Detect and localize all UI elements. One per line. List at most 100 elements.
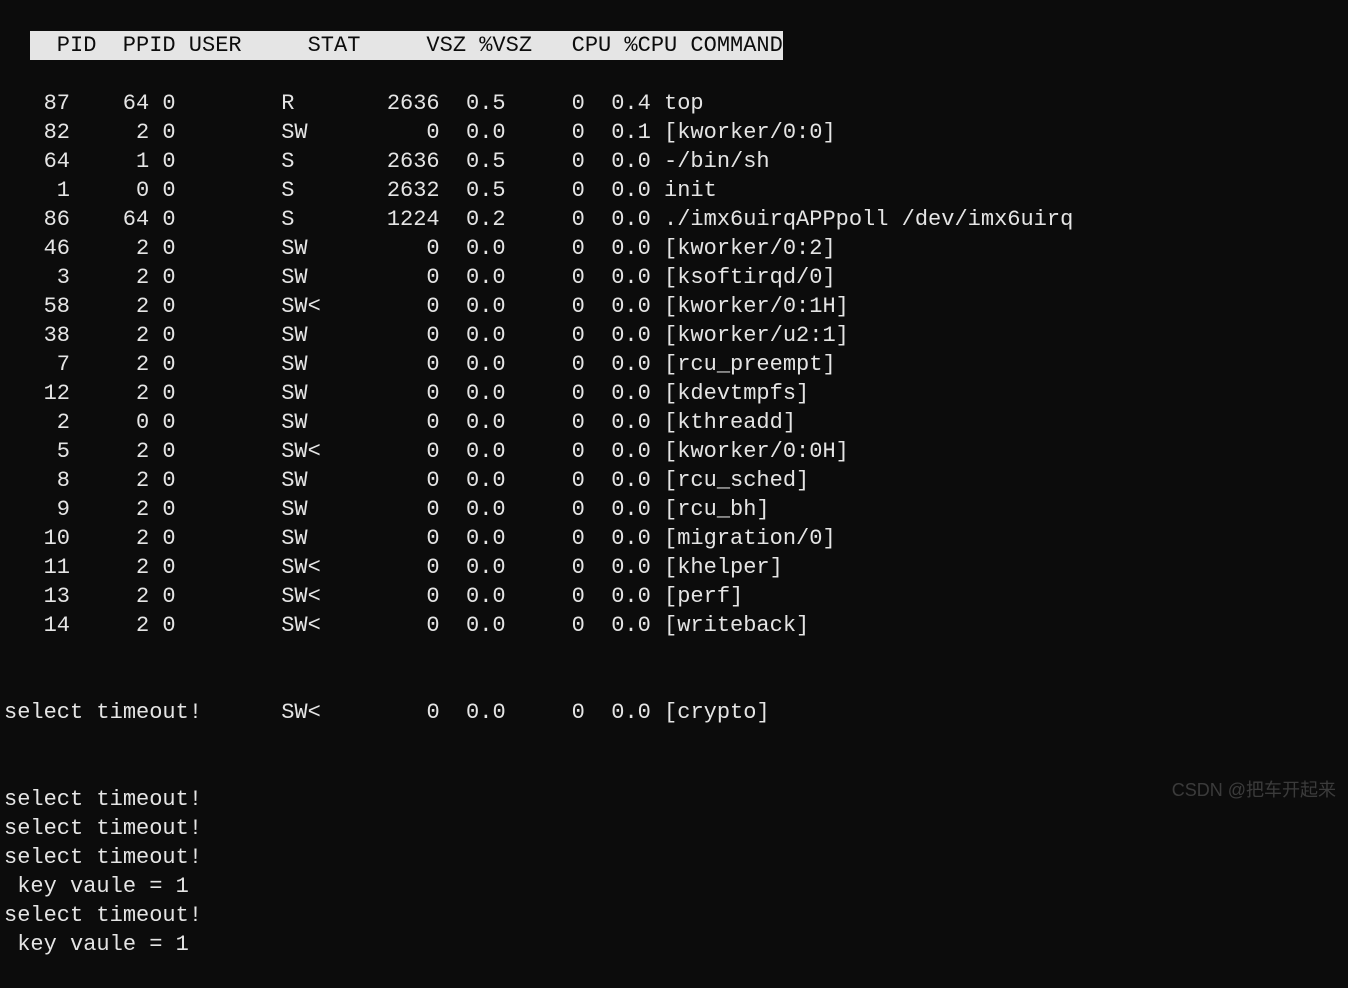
cell-user: 0 [149,582,215,611]
cell-vsz: 0 [334,466,440,495]
cell-stat: R [215,89,334,118]
message-line: select timeout! [4,843,1344,872]
cell-pid: 5 [4,437,70,466]
cell-vsz: 0 [334,379,440,408]
cell-user: 0 [149,495,215,524]
cell-vsz: 0 [334,611,440,640]
cell-cpu: 0 [506,553,585,582]
cell-pid: 1 [4,176,70,205]
cell-ppid: 2 [70,495,149,524]
cell-vszp: 0.0 [440,234,506,263]
cell-cpup: 0.0 [585,495,651,524]
cell-cmd: ./imx6uirqAPPpoll /dev/imx6uirq [651,205,1073,234]
cell-vszp: 0.0 [440,553,506,582]
table-row: 6410S26360.500.0-/bin/sh [4,147,1344,176]
cell-user: 0 [149,176,215,205]
messages: select timeout!select timeout!select tim… [4,785,1344,959]
cell-stat: SW [215,466,334,495]
cell-vsz: 0 [334,263,440,292]
cell-cpup: 0.0 [585,350,651,379]
cell-cpup: 0.0 [585,321,651,350]
watermark: CSDN @把车开起来 [1172,776,1336,805]
cell-cmd: [ksoftirqd/0] [651,263,836,292]
cell-cpu: 0 [506,321,585,350]
cell-ppid: 2 [70,321,149,350]
cell-vszp: 0.0 [440,582,506,611]
cell-cmd: [perf] [651,582,743,611]
cell-cpup: 0.0 [585,524,651,553]
cell-vszp: 0.0 [440,437,506,466]
table-row: 1220SW00.000.0[kdevtmpfs] [4,379,1344,408]
cell-cmd: [rcu_bh] [651,495,770,524]
cell-ppid: 2 [70,118,149,147]
overlap-row: select timeout!SW<00.000.0[crypto] [4,698,1344,727]
cell-cmd: [kworker/u2:1] [651,321,849,350]
cell-cpup: 0.0 [585,553,651,582]
header-vszp: %VSZ [466,31,532,60]
cell-cpup: 0.0 [585,611,651,640]
cell-pid: 7 [4,350,70,379]
cell-ppid: 2 [70,234,149,263]
overlap-msg: select timeout! [4,698,215,727]
cell-cpu: 0 [506,176,585,205]
table-row: 200SW00.000.0[kthreadd] [4,408,1344,437]
table-row: 3820SW00.000.0[kworker/u2:1] [4,321,1344,350]
cell-user: 0 [149,379,215,408]
cell-cpu: 0 [506,408,585,437]
cell-cpup: 0.0 [585,466,651,495]
cell-cmd: -/bin/sh [651,147,770,176]
cell-user: 0 [149,147,215,176]
cell-vsz: 0 [334,582,440,611]
header-cpup: %CPU [611,31,677,60]
table-row: 1120SW<00.000.0[khelper] [4,553,1344,582]
overlap-cpu: 0 [506,698,585,727]
cell-vsz: 0 [334,118,440,147]
overlap-vszp: 0.0 [440,698,506,727]
cell-ppid: 2 [70,466,149,495]
table-row: 520SW<00.000.0[kworker/0:0H] [4,437,1344,466]
table-row: 100S26320.500.0init [4,176,1344,205]
cell-pid: 2 [4,408,70,437]
overlap-vsz: 0 [334,698,440,727]
cell-cmd: [writeback] [651,611,809,640]
header-pid: PID [30,31,96,60]
cell-pid: 87 [4,89,70,118]
cell-ppid: 2 [70,582,149,611]
cell-vszp: 0.0 [440,495,506,524]
cell-cpu: 0 [506,495,585,524]
cell-user: 0 [149,466,215,495]
header-stat: STAT [242,31,361,60]
terminal-output[interactable]: PID PPIDUSERSTATVSZ %VSZCPU %CPUCOMMAND … [4,2,1344,988]
cell-cpup: 0.0 [585,147,651,176]
cell-pid: 46 [4,234,70,263]
cell-ppid: 0 [70,408,149,437]
cell-vsz: 0 [334,350,440,379]
cell-stat: SW [215,118,334,147]
cell-cpu: 0 [506,466,585,495]
message-line: select timeout! [4,814,1344,843]
table-row: 8220SW00.000.1[kworker/0:0] [4,118,1344,147]
cell-vszp: 0.0 [440,263,506,292]
cell-user: 0 [149,611,215,640]
overlap-stat: SW< [215,698,334,727]
table-row: 1320SW<00.000.0[perf] [4,582,1344,611]
cell-user: 0 [149,408,215,437]
cell-stat: S [215,147,334,176]
cell-cmd: init [651,176,717,205]
cell-cpu: 0 [506,292,585,321]
table-row: 820SW00.000.0[rcu_sched] [4,466,1344,495]
cell-cpu: 0 [506,263,585,292]
cell-user: 0 [149,292,215,321]
cell-ppid: 2 [70,553,149,582]
message-line: select timeout! [4,785,1344,814]
cell-vszp: 0.0 [440,292,506,321]
cell-ppid: 2 [70,524,149,553]
cell-stat: SW< [215,553,334,582]
cell-user: 0 [149,553,215,582]
cell-ppid: 2 [70,379,149,408]
cell-vszp: 0.5 [440,147,506,176]
cell-stat: SW< [215,611,334,640]
cell-vszp: 0.0 [440,611,506,640]
cell-vsz: 0 [334,495,440,524]
cell-vsz: 0 [334,553,440,582]
